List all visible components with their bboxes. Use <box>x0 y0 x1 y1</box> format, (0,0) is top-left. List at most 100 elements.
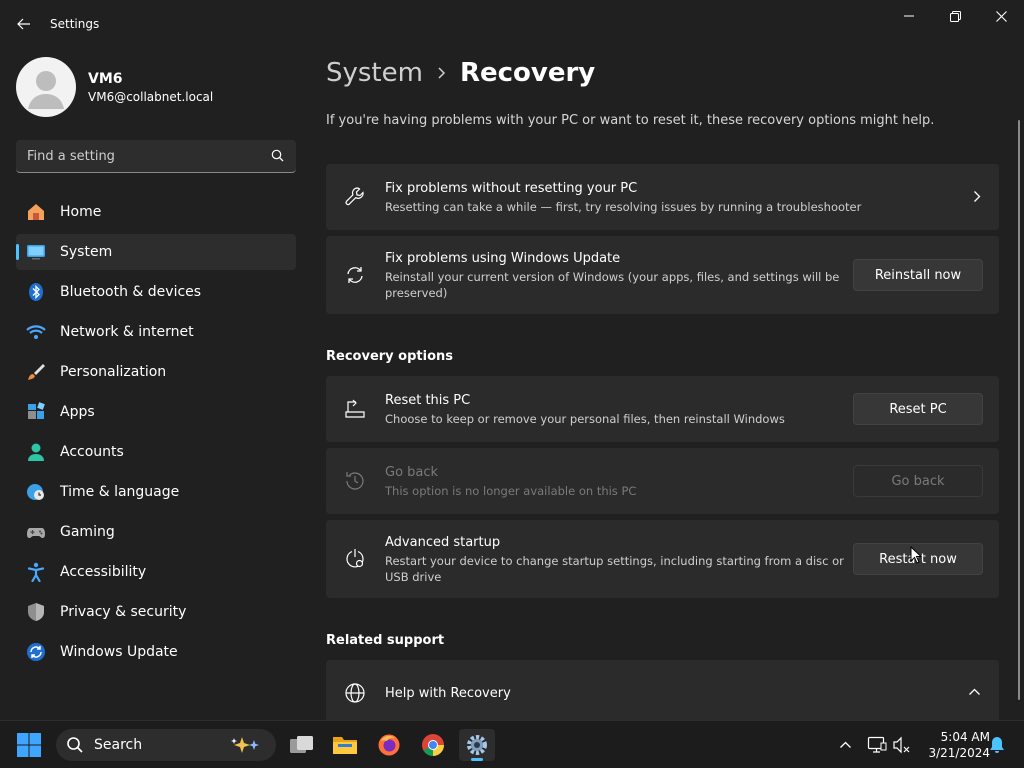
monitor-icon <box>27 245 45 260</box>
sidebar-item-bluetooth[interactable]: Bluetooth & devices <box>16 274 296 310</box>
task-view-button[interactable] <box>284 729 320 761</box>
go-back-button: Go back <box>853 465 983 497</box>
back-button[interactable] <box>10 12 38 36</box>
globe-clock-icon <box>27 484 44 500</box>
scrollbar[interactable] <box>1018 120 1020 700</box>
sidebar-item-time-language[interactable]: Time & language <box>16 474 296 510</box>
start-button[interactable] <box>16 732 44 758</box>
taskbar: Search 5:04 AM 3/21/2024 <box>0 720 1024 768</box>
sidebar-item-home[interactable]: Home <box>16 194 296 230</box>
user-avatar-icon <box>28 71 64 109</box>
history-icon <box>346 472 364 490</box>
firefox-button[interactable] <box>371 729 407 761</box>
app-title: Settings <box>50 17 100 31</box>
card-description-line1: Reinstall your current version of Window… <box>385 270 840 284</box>
copilot-sparkle-icon <box>231 737 259 753</box>
minimize-button[interactable] <box>886 0 932 32</box>
sidebar-item-apps[interactable]: Apps <box>16 394 296 430</box>
sidebar-item-label: Accessibility <box>60 564 147 580</box>
show-hidden-icons-button[interactable] <box>833 733 857 757</box>
volume-muted-icon <box>893 736 910 754</box>
sidebar-item-gaming[interactable]: Gaming <box>16 514 296 550</box>
close-button[interactable] <box>978 0 1024 32</box>
clock-time: 5:04 AM <box>940 730 990 744</box>
breadcrumb-parent[interactable]: System <box>326 58 423 88</box>
advanced-startup-icon <box>346 549 364 568</box>
sidebar-item-label: Home <box>60 204 102 220</box>
chevron-right-icon <box>974 191 981 202</box>
page-title: Recovery <box>459 58 596 88</box>
system-clock[interactable]: 5:04 AM 3/21/2024 <box>920 729 990 761</box>
sidebar-item-label: Bluetooth & devices <box>60 284 202 300</box>
card-title: Reset this PC <box>385 393 471 408</box>
user-profile[interactable]: VM6 VM6@collabnet.local <box>16 57 213 117</box>
card-description-line2: preserved) <box>385 286 448 300</box>
sidebar-item-label: Apps <box>60 404 95 420</box>
reinstall-now-button[interactable]: Reinstall now <box>853 259 983 291</box>
wrench-icon <box>345 187 364 206</box>
settings-search-input[interactable] <box>27 148 257 164</box>
card-title: Go back <box>385 465 439 480</box>
reset-pc-button[interactable]: Reset PC <box>853 393 983 425</box>
file-explorer-button[interactable] <box>327 729 363 761</box>
windows-logo-icon <box>17 733 41 757</box>
intro-text: If you're having problems with your PC o… <box>326 113 935 128</box>
bluetooth-icon <box>29 283 43 301</box>
card-title: Help with Recovery <box>385 686 511 701</box>
network-tray-button[interactable] <box>865 733 889 757</box>
settings-app-button[interactable] <box>459 729 495 761</box>
chrome-button[interactable] <box>415 729 451 761</box>
profile-name: VM6 <box>88 70 123 87</box>
card-title: Fix problems using Windows Update <box>385 251 621 266</box>
sidebar-item-label: Privacy & security <box>60 604 187 620</box>
sidebar-item-accessibility[interactable]: Accessibility <box>16 554 296 590</box>
taskbar-search[interactable]: Search <box>56 729 276 761</box>
bell-icon <box>990 737 1004 753</box>
advanced-startup-card: Advanced startup Restart your device to … <box>326 520 999 598</box>
related-support-heading: Related support <box>326 633 445 648</box>
reset-pc-icon <box>345 399 365 418</box>
settings-icon <box>467 735 487 755</box>
update-icon <box>27 643 45 661</box>
sidebar-item-accounts[interactable]: Accounts <box>16 434 296 470</box>
sidebar-item-label: Windows Update <box>60 644 178 660</box>
avatar <box>16 57 76 117</box>
sidebar-item-label: Personalization <box>60 364 167 380</box>
sidebar-item-label: Network & internet <box>60 324 194 340</box>
sidebar-item-label: System <box>60 244 113 260</box>
sidebar-item-label: Gaming <box>60 524 115 540</box>
taskbar-search-label: Search <box>94 737 143 753</box>
clock-date: 3/21/2024 <box>928 746 990 760</box>
settings-search-box[interactable] <box>16 140 296 173</box>
sidebar-item-label: Accounts <box>60 444 124 460</box>
card-title: Advanced startup <box>385 535 501 550</box>
home-icon <box>28 204 44 220</box>
chevron-up-icon <box>969 688 980 695</box>
restore-button[interactable] <box>932 0 978 32</box>
sidebar-item-network[interactable]: Network & internet <box>16 314 296 350</box>
chrome-icon <box>422 734 444 756</box>
reset-pc-card: Reset this PC Choose to keep or remove y… <box>326 376 999 442</box>
sidebar-item-privacy-security[interactable]: Privacy & security <box>16 594 296 630</box>
person-icon <box>28 443 44 461</box>
troubleshoot-card[interactable]: Fix problems without resetting your PC R… <box>326 164 999 230</box>
card-description-line2: USB drive <box>385 570 442 584</box>
sidebar-item-windows-update[interactable]: Windows Update <box>16 634 296 670</box>
sidebar-item-label: Time & language <box>60 484 180 500</box>
sidebar-item-system[interactable]: System <box>16 234 296 270</box>
back-arrow-icon <box>17 18 30 30</box>
volume-tray-button[interactable] <box>890 733 914 757</box>
title-bar: Settings <box>0 0 1024 48</box>
accessibility-icon <box>27 562 45 582</box>
network-icon <box>867 736 887 753</box>
chevron-right-icon <box>438 67 446 79</box>
file-explorer-icon <box>333 737 357 754</box>
brush-icon <box>28 364 45 380</box>
sidebar-item-personalization[interactable]: Personalization <box>16 354 296 390</box>
card-description: Choose to keep or remove your personal f… <box>385 412 785 426</box>
card-description: This option is no longer available on th… <box>385 484 637 498</box>
apps-icon <box>28 402 45 419</box>
help-with-recovery-card[interactable]: Help with Recovery <box>326 660 999 720</box>
notifications-button[interactable] <box>985 733 1009 757</box>
sidebar-nav: Home System Bluetooth & devices Network … <box>16 194 296 674</box>
